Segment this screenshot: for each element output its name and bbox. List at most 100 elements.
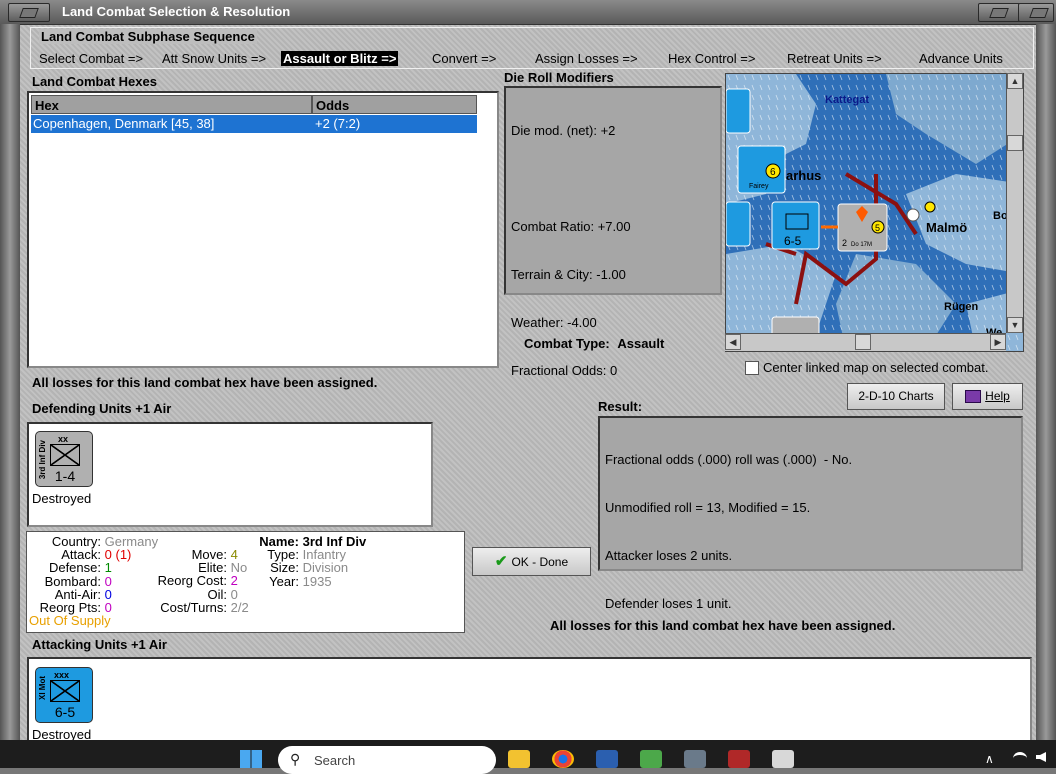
- unit-info-middle: Move: 4 Elite: No Reorg Cost: 2 Oil: 0 C…: [147, 548, 249, 614]
- map-vertical-scrollbar[interactable]: ▲ ▼: [1006, 73, 1023, 333]
- unit-size-label: xxx: [54, 670, 70, 680]
- modifier-line: Die mod. (net): +2: [511, 123, 616, 138]
- step-convert[interactable]: Convert =>: [432, 51, 496, 66]
- calculator-icon[interactable]: [684, 750, 706, 768]
- step-att-snow-units[interactable]: Att Snow Units =>: [162, 51, 266, 66]
- step-hex-control[interactable]: Hex Control =>: [668, 51, 755, 66]
- volume-icon[interactable]: [1036, 752, 1046, 762]
- attack-paren-value: (1): [115, 547, 132, 563]
- step-select-combat[interactable]: Select Combat =>: [39, 51, 143, 66]
- map-label: Rügen: [944, 301, 979, 313]
- size-label: Size:: [270, 560, 299, 576]
- modifier-line: [511, 171, 631, 187]
- windows-start-icon[interactable]: [240, 750, 262, 768]
- scroll-right-button[interactable]: ▶: [990, 334, 1006, 350]
- ok-done-button[interactable]: ✔ OK - Done: [472, 547, 591, 576]
- title-bar: Land Combat Selection & Resolution: [0, 0, 1056, 25]
- taskbar: ⚲ Search ∧: [0, 740, 1056, 774]
- oil-label: Oil:: [207, 586, 228, 602]
- scroll-up-button[interactable]: ▲: [1007, 73, 1023, 89]
- reorg-cost-label: Reorg Cost:: [157, 573, 227, 589]
- map-label: arhus: [786, 168, 821, 183]
- attacking-caption: Attacking Units +1 Air: [32, 637, 167, 652]
- losses-message-top: All losses for this land combat hex have…: [32, 375, 378, 390]
- supply-status: Out Of Supply: [29, 613, 111, 629]
- step-retreat-units[interactable]: Retreat Units =>: [787, 51, 882, 66]
- modifiers-caption: Die Roll Modifiers: [504, 70, 614, 85]
- map-counter-text: 2: [842, 238, 847, 248]
- scroll-thumb[interactable]: [855, 334, 871, 350]
- infantry-icon: [50, 444, 80, 466]
- unit-info-right: Name: 3rd Inf Div Type: Infantry Size: D…: [249, 535, 366, 588]
- help-book-icon: [965, 390, 982, 404]
- system-menu-button[interactable]: [8, 3, 50, 22]
- map-graphic: 6 Fairey 6-5 5 Do 17M 2 Kattegat arhus M…: [726, 74, 1023, 351]
- result-line: Attacker loses 2 units.: [605, 548, 733, 563]
- map-counter-text: Do 17M: [851, 242, 872, 248]
- defending-caption: Defending Units +1 Air: [32, 401, 172, 416]
- help-button[interactable]: Help: [952, 383, 1023, 410]
- hexes-caption: Land Combat Hexes: [32, 74, 157, 89]
- close-button[interactable]: [1018, 3, 1054, 22]
- year-label: Year:: [269, 573, 299, 589]
- step-assault-or-blitz[interactable]: Assault or Blitz =>: [281, 51, 399, 66]
- combat-type-label: Combat Type:: [524, 336, 610, 351]
- step-advance-units[interactable]: Advance Units: [919, 51, 1003, 66]
- search-icon: ⚲: [290, 751, 301, 767]
- combat-type-value: Assault: [617, 336, 665, 351]
- map-counter-text: 5: [875, 223, 880, 233]
- linked-map[interactable]: 6 Fairey 6-5 5 Do 17M 2 Kattegat arhus M…: [725, 73, 1024, 352]
- defense-label: Defense:: [48, 560, 101, 576]
- unit-side-label: XI Mot: [38, 676, 47, 700]
- modifier-line: Combat Ratio: +7.00: [511, 219, 631, 234]
- attacking-units-panel: xxx XI Mot 6-5 Destroyed: [27, 657, 1032, 742]
- attacking-unit-counter[interactable]: xxx XI Mot 6-5: [35, 667, 93, 723]
- motorized-infantry-icon: [50, 680, 80, 702]
- wifi-icon[interactable]: [1013, 752, 1027, 765]
- unit-info-panel: Country: Germany Attack: 0 (1) Defense: …: [26, 531, 465, 633]
- search-placeholder: Search: [314, 753, 356, 768]
- defending-unit-counter[interactable]: xx 3rd Inf Div 1-4: [35, 431, 93, 487]
- hex-cell: Copenhagen, Denmark [45, 38]: [33, 116, 215, 131]
- losses-message-bottom: All losses for this land combat hex have…: [550, 618, 896, 633]
- scroll-thumb[interactable]: [1007, 135, 1023, 151]
- column-header-odds[interactable]: Odds: [312, 95, 477, 114]
- die-roll-modifiers-panel: Die mod. (net): +2 Combat Ratio: +7.00 T…: [504, 86, 722, 378]
- table-row[interactable]: Copenhagen, Denmark [45, 38] +2 (7:2): [31, 115, 477, 133]
- modifier-line: Fractional Odds: 0: [511, 363, 618, 378]
- unit-strength: 1-4: [54, 468, 76, 484]
- unit-info-left: Country: Germany Attack: 0 (1) Defense: …: [29, 535, 158, 629]
- notes-icon[interactable]: [640, 750, 662, 768]
- column-header-hex[interactable]: Hex: [31, 95, 312, 114]
- result-line: Defender loses 1 unit.: [605, 596, 732, 611]
- cost-turns-label: Cost/Turns:: [160, 599, 227, 615]
- result-line: Fractional odds (.000) roll was (.000) -…: [605, 452, 853, 467]
- modifier-line: Terrain & City: -1.00: [511, 267, 626, 282]
- left-frame: [0, 24, 20, 740]
- subphase-caption: Land Combat Subphase Sequence: [39, 29, 257, 44]
- taskbar-search[interactable]: ⚲ Search: [278, 746, 496, 774]
- cost-turns-value: 2/2: [230, 599, 249, 615]
- odds-cell: +2 (7:2): [315, 116, 361, 131]
- map-horizontal-scrollbar[interactable]: ◀ ▶: [725, 333, 1006, 351]
- app-icon[interactable]: [772, 750, 794, 768]
- scroll-down-button[interactable]: ▼: [1007, 317, 1023, 333]
- ok-done-label: OK - Done: [511, 555, 569, 569]
- chrome-icon[interactable]: [552, 750, 574, 768]
- right-frame: [1036, 24, 1056, 740]
- minimize-button[interactable]: [978, 3, 1020, 22]
- scroll-left-button[interactable]: ◀: [725, 334, 741, 350]
- map-counter-text: 6-5: [784, 234, 802, 248]
- window-title: Land Combat Selection & Resolution: [62, 4, 291, 19]
- chevron-up-icon[interactable]: ∧: [985, 752, 994, 766]
- step-assign-losses[interactable]: Assign Losses =>: [535, 51, 638, 66]
- game-icon[interactable]: [728, 750, 750, 768]
- charts-button[interactable]: 2-D-10 Charts: [847, 383, 945, 410]
- modifier-line: Weather: -4.00: [511, 315, 597, 330]
- word-icon[interactable]: [596, 750, 618, 768]
- combat-hexes-list[interactable]: Hex Odds Copenhagen, Denmark [45, 38] +2…: [27, 91, 499, 368]
- map-counter-text: Fairey: [749, 183, 769, 190]
- file-explorer-icon[interactable]: [508, 750, 530, 768]
- center-map-checkbox[interactable]: [745, 361, 759, 375]
- result-panel: Fractional odds (.000) roll was (.000) -…: [598, 416, 1023, 611]
